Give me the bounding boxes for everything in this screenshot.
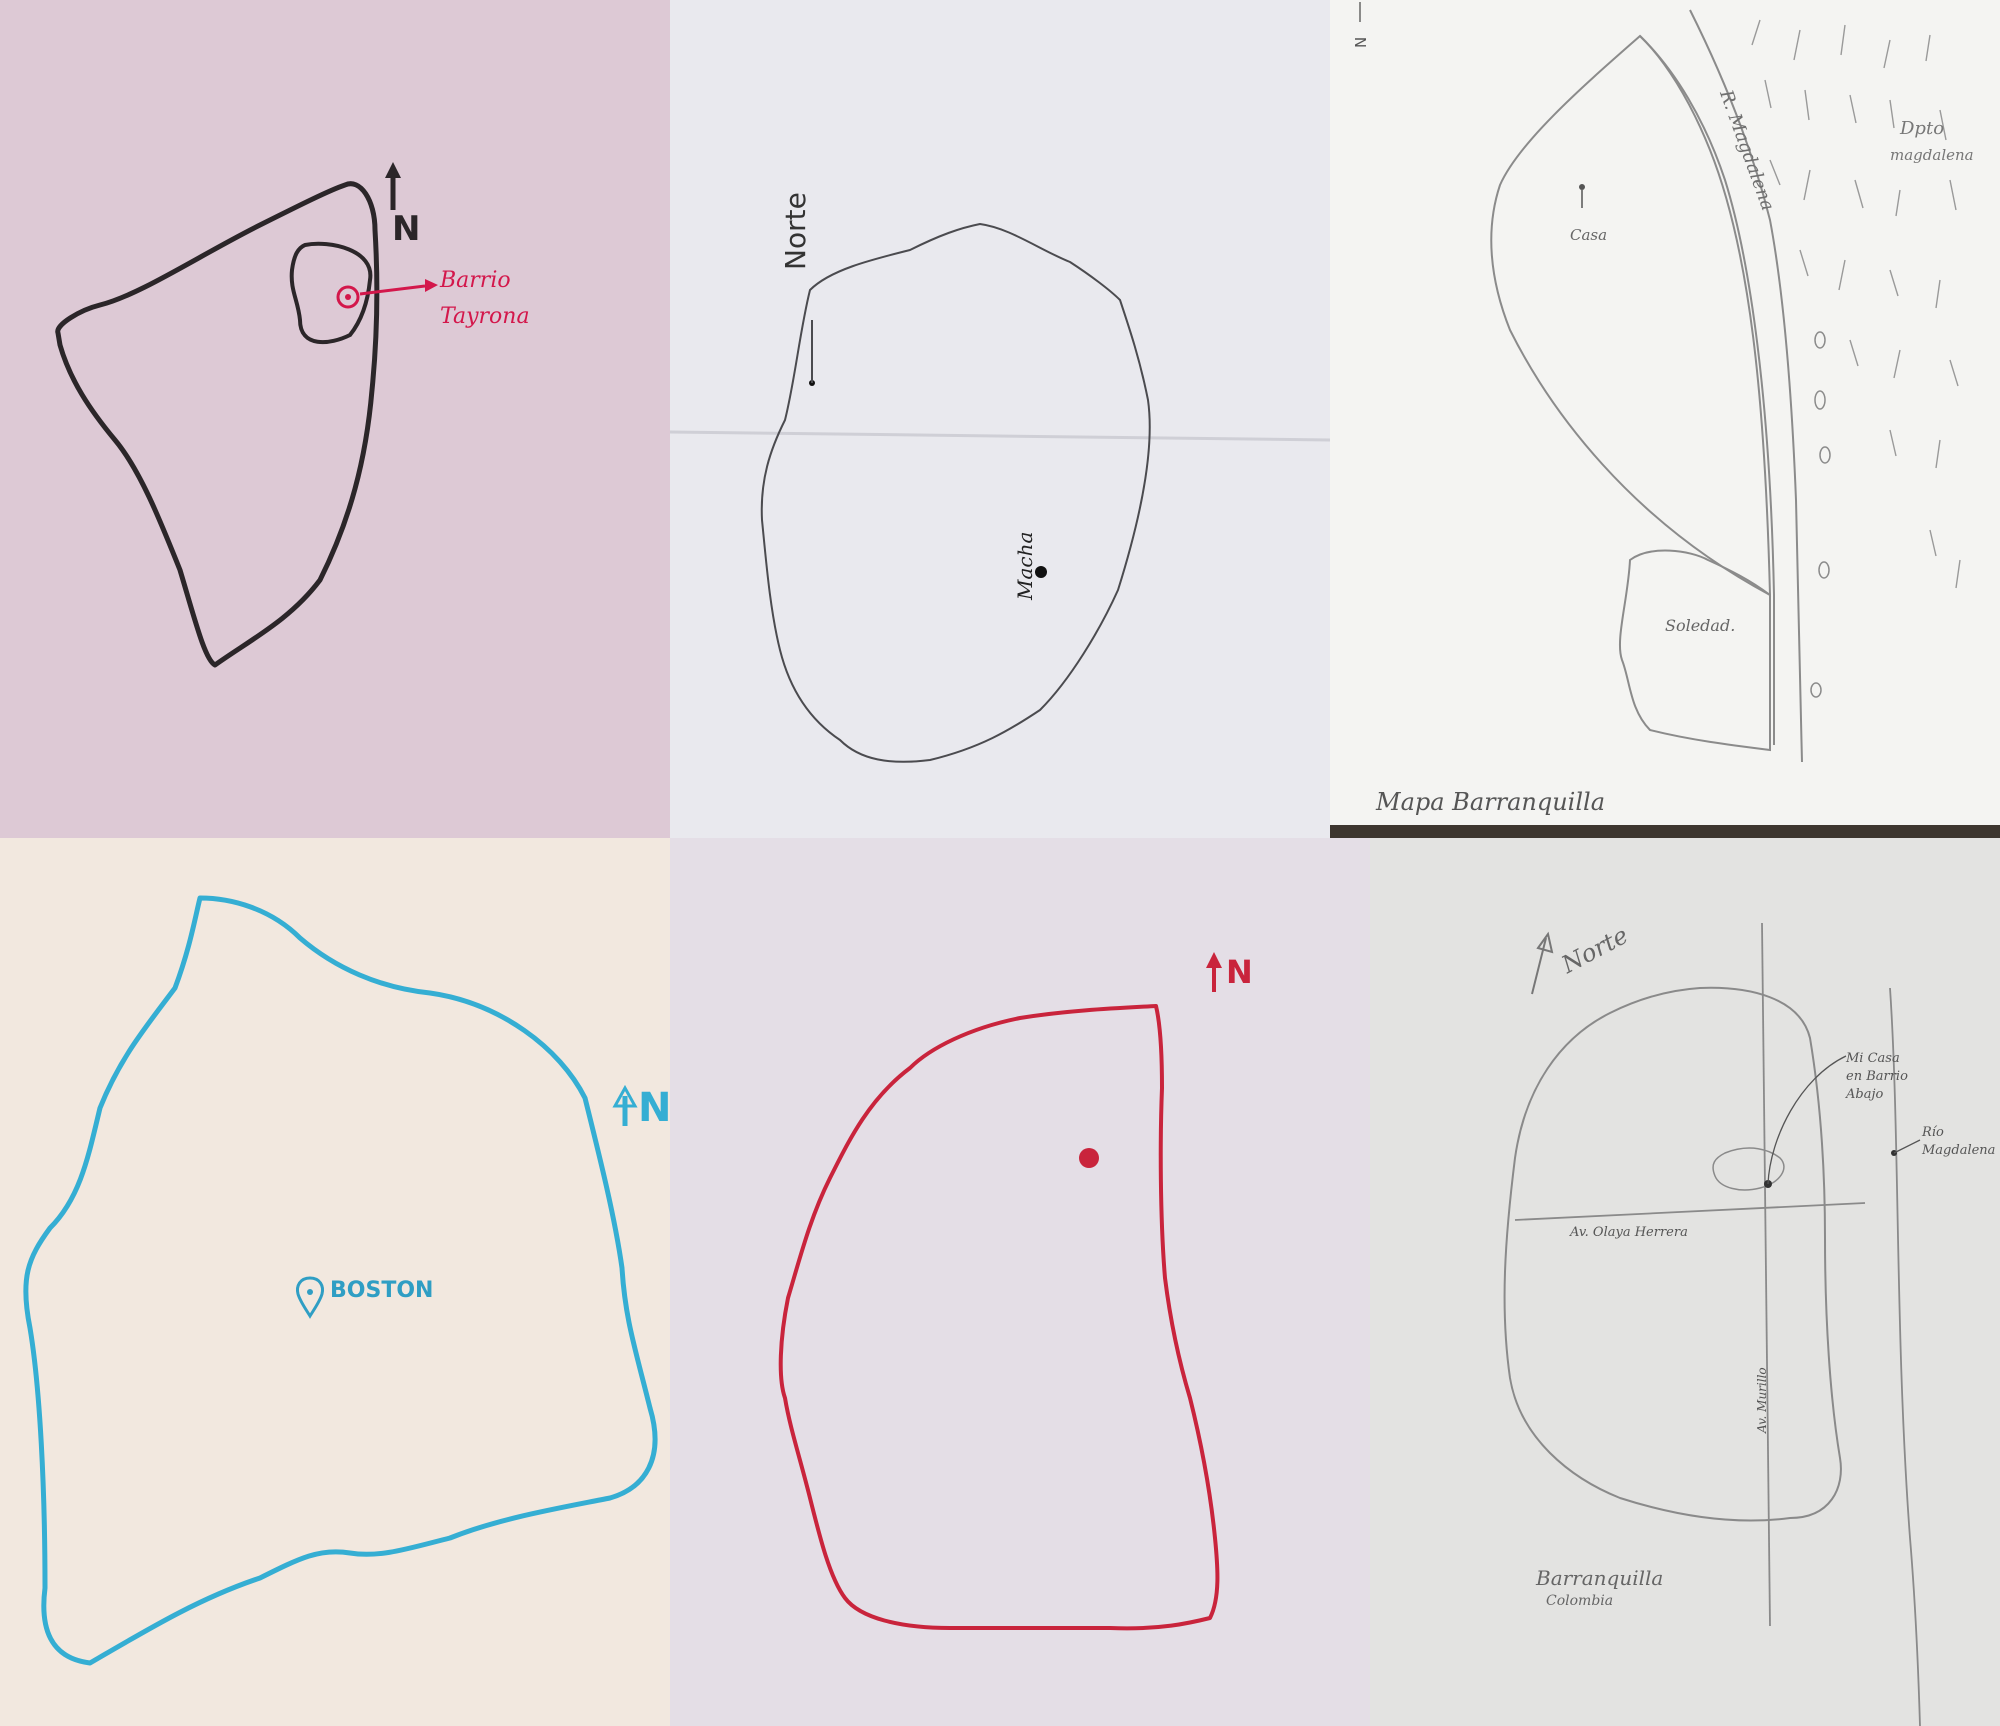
river-island-5 <box>1810 682 1822 698</box>
river-line <box>1889 987 1921 1726</box>
sketch-map-macha: Norte Macha <box>670 0 1330 838</box>
home-label-line2: en Barrio <box>1846 1069 1908 1084</box>
river-island-4 <box>1818 561 1830 579</box>
river-island-2 <box>1814 390 1826 410</box>
sketch-map-1-drawing <box>55 162 438 668</box>
location-pin-icon <box>296 1276 324 1319</box>
place-label: Macha <box>1013 531 1037 600</box>
department-label-line1: Dpto <box>1900 118 1945 139</box>
sketch-map-barrio-tayrona: N Barrio Tayrona <box>0 0 670 838</box>
city-outline <box>778 1004 1220 1631</box>
north-arrow-head <box>1206 952 1222 968</box>
sketch-map-boston: N BOSTON <box>0 838 670 1726</box>
home-label-line1: Mi Casa <box>1846 1051 1900 1066</box>
city-outline <box>1503 986 1842 1522</box>
sketch-map-6-drawing <box>1503 922 1921 1726</box>
home-dot <box>1579 184 1585 190</box>
river-label-line2: Magdalena <box>1922 1143 1996 1158</box>
sketch-map-red-outline: N <box>670 838 1370 1726</box>
city-outline <box>760 222 1151 763</box>
barrio-outline <box>1712 1147 1785 1191</box>
home-label-line3: Abajo <box>1846 1087 1884 1102</box>
pointer-arrow-head <box>425 279 438 292</box>
country-label: Colombia <box>1546 1593 1614 1609</box>
sketch-map-barrio-abajo: Norte Mi Casa en Barrio Abajo Río Magdal… <box>1370 838 2000 1726</box>
avenue-olaya-herrera-label: Av. Olaya Herrera <box>1570 1225 1688 1240</box>
city-label: Barranquilla <box>1536 1566 1664 1590</box>
soledad-outline <box>1618 549 1771 752</box>
river-island-3 <box>1819 446 1831 464</box>
north-label: N <box>638 1085 670 1131</box>
place-label: BOSTON <box>330 1278 434 1303</box>
location-dot <box>1079 1148 1099 1168</box>
avenue-olaya-herrera <box>1514 1202 1866 1221</box>
area-label: Soledad. <box>1665 616 1736 635</box>
department-label-line2: magdalena <box>1890 146 1974 164</box>
place-label-line1: Barrio <box>440 268 511 293</box>
north-arrow-head <box>385 162 401 178</box>
city-outline <box>55 181 380 668</box>
river-leader-line <box>1893 1139 1921 1154</box>
sketch-map-collage: N Barrio Tayrona Norte Macha N Casa R. M… <box>0 0 2000 1726</box>
location-pin-center <box>307 1289 313 1295</box>
sketch-map-5-drawing <box>778 952 1222 1631</box>
home-leader-line <box>1767 1055 1847 1185</box>
home-label: Casa <box>1570 226 1608 244</box>
sketch-map-2-drawing <box>670 222 1330 763</box>
river-label-line1: Río <box>1922 1125 1944 1140</box>
paper-fold <box>670 430 1330 442</box>
river-island-1 <box>1814 331 1826 349</box>
sketch-map-barranquilla-river: N Casa R. Magdalena Dpto magdalena Soled… <box>1330 0 2000 838</box>
north-label: N <box>392 209 421 249</box>
place-label-line2: Tayrona <box>440 304 530 329</box>
north-label: Norte <box>779 192 812 270</box>
avenue-murillo-label: Av. Murillo <box>1755 1367 1769 1433</box>
map-title: Mapa Barranquilla <box>1376 788 1605 816</box>
north-label: N <box>1226 953 1253 991</box>
location-marker-dot <box>345 294 351 300</box>
north-label: N <box>1352 36 1370 48</box>
table-edge <box>1330 825 2000 838</box>
